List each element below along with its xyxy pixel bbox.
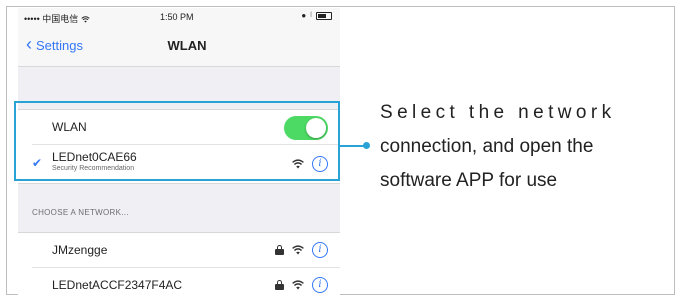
caption-line-3: software APP for use: [380, 170, 558, 191]
row-accessories: i: [275, 242, 328, 258]
network-name: JMzengge: [52, 243, 108, 257]
status-bar: ••••• 中国电信 1:50 PM ● ǀ: [18, 8, 340, 26]
callout-connector-dot: [363, 142, 370, 149]
navigation-bar: ‹ Settings WLAN: [18, 26, 340, 67]
row-accessories: i: [275, 277, 328, 293]
status-time: 1:50 PM: [160, 12, 194, 22]
lock-icon: [275, 245, 284, 255]
info-icon[interactable]: i: [312, 242, 328, 258]
network-row[interactable]: LEDnetACCF2347F4AC i: [32, 268, 340, 295]
wifi-signal-icon: [81, 16, 90, 23]
location-icon: ●: [301, 11, 307, 20]
info-icon[interactable]: i: [312, 277, 328, 293]
lock-icon: [275, 280, 284, 290]
orientation-lock-icon: ǀ: [310, 12, 312, 19]
battery-icon: [316, 11, 332, 20]
wifi-icon: [292, 245, 304, 255]
caption-line-1: Select the network: [380, 102, 616, 123]
instruction-caption: Select the network connection, and open …: [380, 96, 676, 198]
network-name: LEDnetACCF2347F4AC: [52, 278, 183, 292]
caption-line-2: connection, and open the: [380, 136, 594, 157]
network-list: JMzengge i LEDnetACCF2347F4AC i: [18, 232, 340, 295]
section-header: CHOOSE A NETWORK...: [32, 208, 129, 217]
carrier-label: ••••• 中国电信: [24, 12, 90, 25]
status-icons: ● ǀ: [301, 11, 332, 20]
carrier-text: ••••• 中国电信: [24, 14, 81, 24]
page-title: WLAN: [167, 38, 207, 53]
wifi-icon: [292, 280, 304, 290]
network-row[interactable]: JMzengge i: [32, 233, 340, 268]
highlight-box: [14, 101, 340, 181]
